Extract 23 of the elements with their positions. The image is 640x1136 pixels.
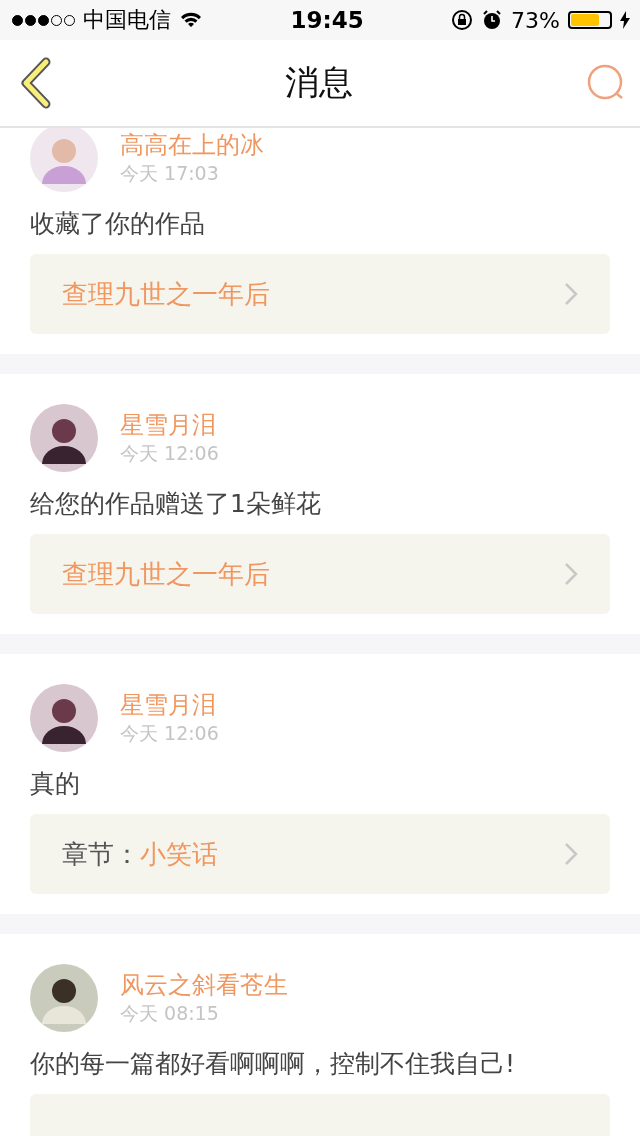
message-time: 今天 08:15 [120, 1001, 220, 1026]
message-text: 真的 [30, 768, 81, 800]
message-text: 收藏了你的作品 [30, 208, 206, 240]
work-link[interactable]: 查理九世之一年后 [30, 534, 610, 614]
message-time: 今天 12:06 [120, 441, 219, 466]
message-time: 今天 17:03 [120, 161, 220, 186]
page-title: 消息 [285, 61, 353, 104]
chapter-label: 章节： [62, 837, 140, 871]
user-name[interactable]: 风云之斜看苍生 [120, 970, 288, 1000]
work-title: 查理九世之一年后 [62, 557, 270, 591]
message-text: 给您的作品赠送了1朵鲜花 [30, 488, 322, 520]
battery-percent: 73% [511, 7, 560, 33]
chapter-title: 小笑话 [140, 837, 218, 871]
message-text: 你的每一篇都好看啊啊啊，控制不住我自己! [30, 1048, 517, 1080]
user-name[interactable]: 星雪月泪 [120, 690, 219, 720]
carrier-name: 中国电信 [83, 6, 171, 34]
status-time: 19:45 [290, 7, 364, 33]
message-time: 今天 12:06 [120, 721, 219, 746]
work-title: 查理九世之一年后 [62, 277, 270, 311]
work-link[interactable]: 章节：小笑话 [30, 814, 610, 894]
work-link[interactable]: 查理九世之一年后 [30, 254, 610, 334]
user-name[interactable]: 高高在上的冰 [120, 130, 264, 160]
user-name[interactable]: 星雪月泪 [120, 410, 219, 440]
